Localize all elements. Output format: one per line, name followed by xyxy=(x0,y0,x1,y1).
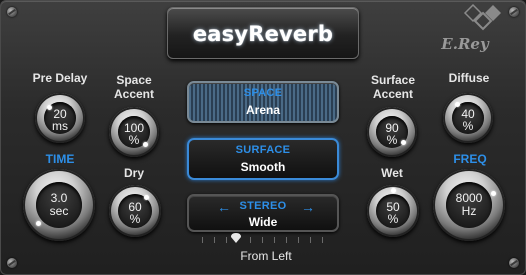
time-indicator xyxy=(36,221,41,226)
title-plate: easyReverb xyxy=(167,7,359,59)
freq-knob[interactable]: 8000 Hz xyxy=(433,169,505,241)
wet-label: Wet xyxy=(381,166,403,180)
stereo-button-value: Wide xyxy=(248,215,278,229)
pre-delay-unit: ms xyxy=(52,119,68,133)
surface-button[interactable]: SURFACE Smooth xyxy=(187,138,339,180)
wet-knob[interactable]: 50 % xyxy=(367,185,419,237)
surface-button-value: Smooth xyxy=(240,160,286,174)
screw-bottom-left xyxy=(7,258,17,268)
brand-logo: E.Rey xyxy=(421,3,509,63)
pre-delay-knob[interactable]: 20 ms xyxy=(35,93,85,143)
screw-bottom-right xyxy=(509,258,519,268)
plugin-panel: easyReverb E.Rey Pre Delay 20 ms Space A… xyxy=(0,0,526,275)
pan-slider-thumb[interactable] xyxy=(231,233,241,243)
screw-top-left xyxy=(7,7,17,17)
space-accent-label-line2: Accent xyxy=(113,87,154,101)
diffuse-unit: % xyxy=(462,119,474,133)
diffuse-label: Diffuse xyxy=(448,71,490,85)
time-knob[interactable]: 3.0 sec xyxy=(23,169,95,241)
diffuse-knob[interactable]: 40 % xyxy=(443,93,493,143)
wet-indicator xyxy=(391,188,396,193)
surface-button-title: SURFACE xyxy=(235,144,291,156)
space-accent-indicator xyxy=(143,142,148,147)
pan-slider[interactable] xyxy=(200,232,328,244)
space-button-title: SPACE xyxy=(243,87,283,99)
time-label: TIME xyxy=(45,152,75,166)
pre-delay-indicator xyxy=(47,105,52,110)
dry-unit: % xyxy=(129,212,141,226)
dry-knob[interactable]: 60 % xyxy=(109,185,161,237)
surface-accent-label-line2: Accent xyxy=(372,87,413,101)
dry-label: Dry xyxy=(123,166,144,180)
space-accent-label-line1: Space xyxy=(116,73,152,87)
app-title: easyReverb xyxy=(192,22,334,46)
space-accent-knob[interactable]: 100 % xyxy=(109,107,159,157)
surface-accent-label-line1: Surface xyxy=(370,73,416,87)
pan-label: From Left xyxy=(240,249,292,263)
dry-indicator xyxy=(144,195,149,200)
freq-unit: Hz xyxy=(461,204,477,218)
space-button[interactable]: SPACE Arena xyxy=(187,81,339,123)
arrow-right-icon: → xyxy=(301,199,315,215)
surface-accent-knob[interactable]: 90 % xyxy=(367,107,417,157)
freq-indicator xyxy=(491,191,496,196)
freq-label: FREQ xyxy=(453,152,487,166)
screw-top-right xyxy=(509,7,519,17)
pre-delay-label: Pre Delay xyxy=(32,71,88,85)
time-unit: sec xyxy=(49,204,69,218)
surface-accent-indicator xyxy=(401,140,406,145)
stereo-button[interactable]: ← STEREO → Wide xyxy=(187,194,339,232)
wet-unit: % xyxy=(387,212,399,226)
space-button-value: Arena xyxy=(245,103,280,117)
diffuse-indicator xyxy=(455,102,460,107)
logo-text: E.Rey xyxy=(441,35,489,53)
